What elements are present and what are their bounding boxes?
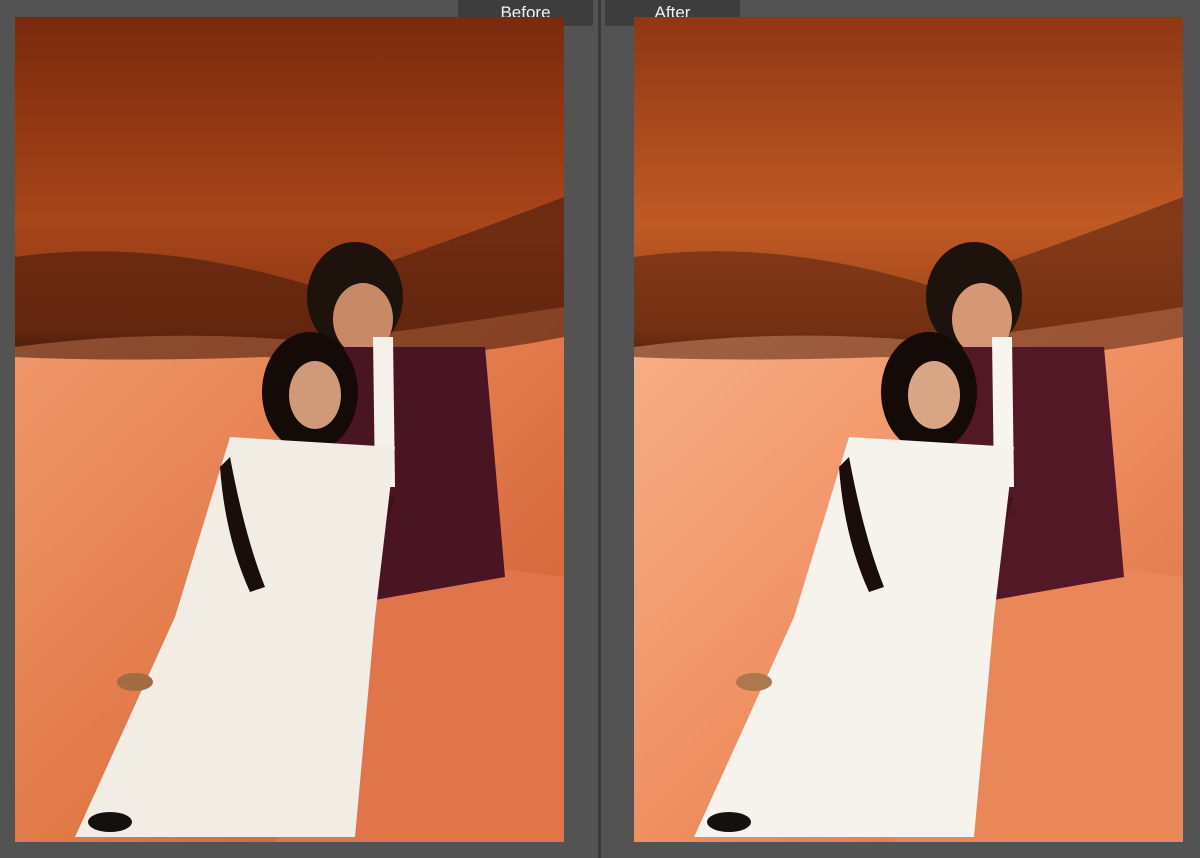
after-photo[interactable] (634, 17, 1183, 842)
before-pane: Before (0, 0, 598, 858)
after-photo-image (634, 17, 1183, 842)
after-pane: After (601, 0, 1200, 858)
before-photo-image (15, 17, 564, 842)
before-photo[interactable] (15, 17, 564, 842)
